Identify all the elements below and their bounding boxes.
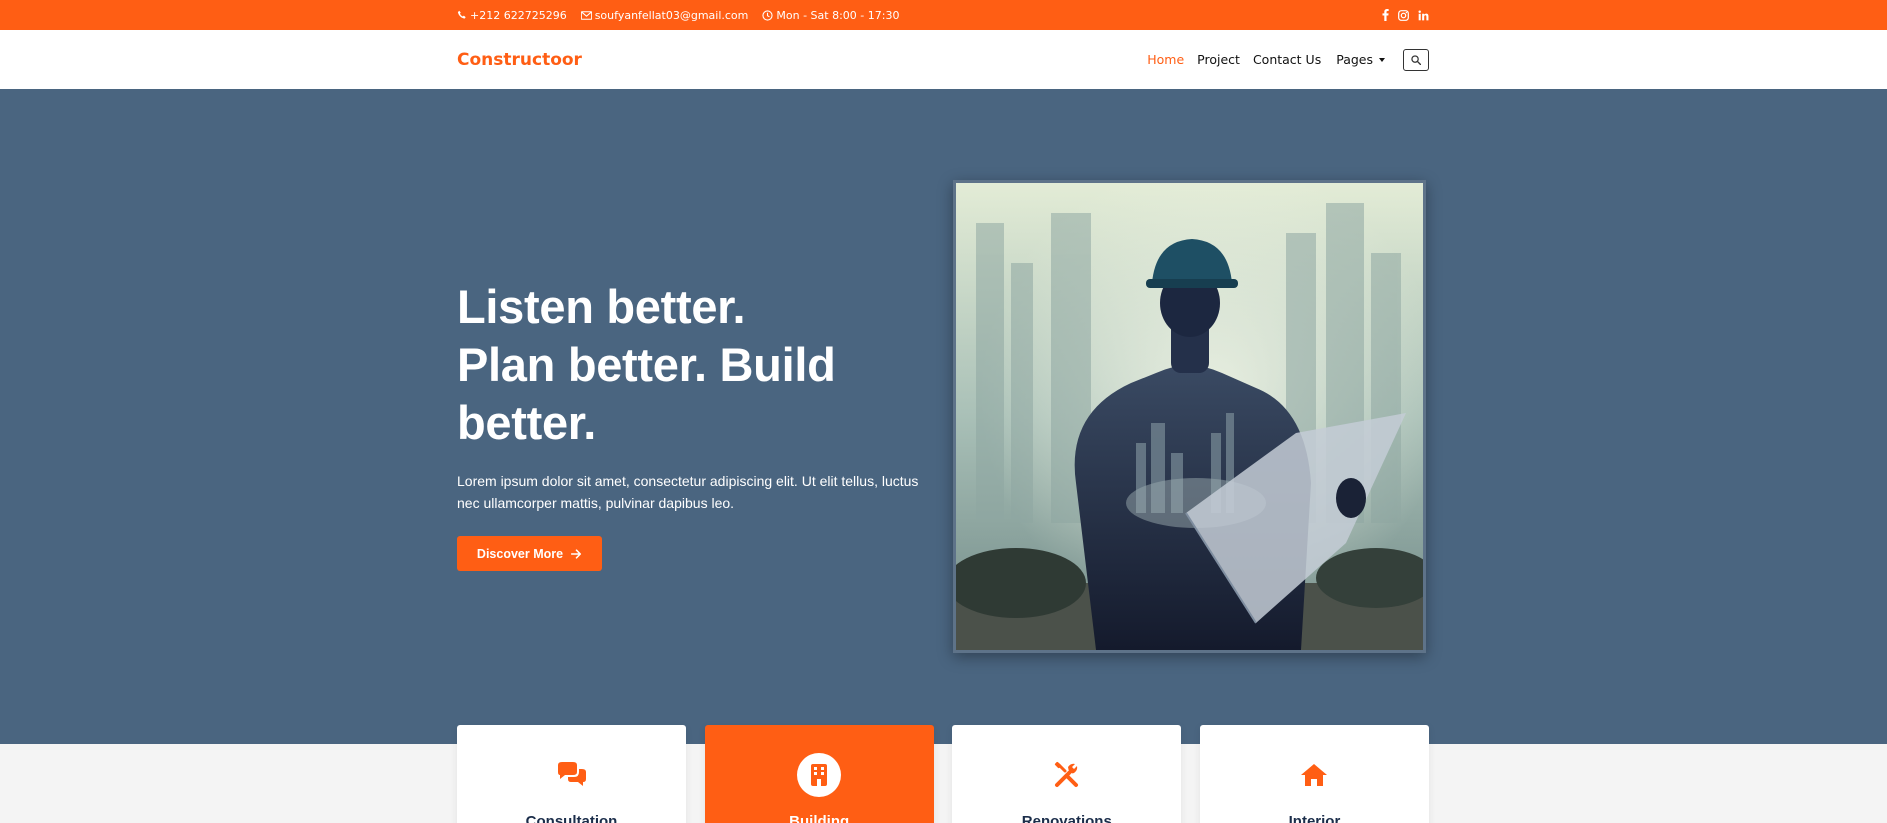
tools-icon [1045,753,1089,797]
hours-text: Mon - Sat 8:00 - 17:30 [776,8,900,22]
hero-description: Lorem ipsum dolor sit amet, consectetur … [457,473,919,511]
service-title: Building [789,813,850,823]
phone-text: +212 622725296 [470,8,567,22]
hours-info: Mon - Sat 8:00 - 17:30 [762,9,899,22]
chat-bubbles-icon [550,753,594,797]
nav-contact-link[interactable]: Contact Us [1253,52,1321,67]
brand-logo[interactable]: Constructoor [457,50,582,70]
caret-down-icon [1379,57,1385,62]
arrow-right-icon [571,548,582,559]
phone-icon [457,10,467,20]
hero-title-line3: better. [457,396,596,449]
service-title: Consultation [525,813,618,823]
clock-icon [762,9,773,21]
phone-info[interactable]: +212 622725296 [457,9,567,22]
building-icon [797,753,842,797]
search-button[interactable] [1403,48,1429,71]
hero-text-block: Listen better. Plan better. Build better… [457,278,937,571]
service-title: Interior [1288,813,1341,823]
engineer-illustration [956,183,1423,650]
service-card-interior[interactable]: Interior [1199,725,1429,823]
instagram-icon[interactable] [1398,9,1409,21]
nav-project-link[interactable]: Project [1197,52,1240,67]
main-navbar: Constructoor Home Project Contact Us Pag… [0,30,1887,89]
nav-home-link[interactable]: Home [1147,52,1184,67]
envelope-icon [580,10,592,20]
top-info-bar: +212 622725296 soufyanfellat03@gmail.com… [0,0,1887,30]
search-icon [1411,54,1421,65]
hero-title-line2: Plan better. Build [457,338,836,391]
hero-title: Listen better. Plan better. Build better… [457,278,937,452]
discover-more-button[interactable]: Discover More [457,536,602,571]
facebook-icon[interactable] [1382,9,1389,21]
nav-pages-dropdown[interactable]: Pages [1336,52,1385,67]
email-info[interactable]: soufyanfellat03@gmail.com [580,8,749,22]
service-card-renovations[interactable]: Renovations [952,725,1182,823]
discover-more-label: Discover More [476,546,564,561]
email-text: soufyanfellat03@gmail.com [594,8,749,22]
services-cards: Consultation Building Renovations Interi… [457,725,1429,823]
home-icon [1292,753,1336,797]
hero-engineer-image [953,180,1426,653]
hero-title-line1: Listen better. [457,280,746,333]
linkedin-icon[interactable] [1418,9,1429,21]
nav-pages-label: Pages [1336,52,1373,67]
social-links [1382,9,1429,21]
service-title: Renovations [1021,813,1112,823]
service-card-consultation[interactable]: Consultation [457,725,686,823]
nav-menu: Home Project Contact Us Pages [1134,48,1429,71]
hero-section: Listen better. Plan better. Build better… [0,89,1887,744]
service-card-building[interactable]: Building [704,725,934,823]
